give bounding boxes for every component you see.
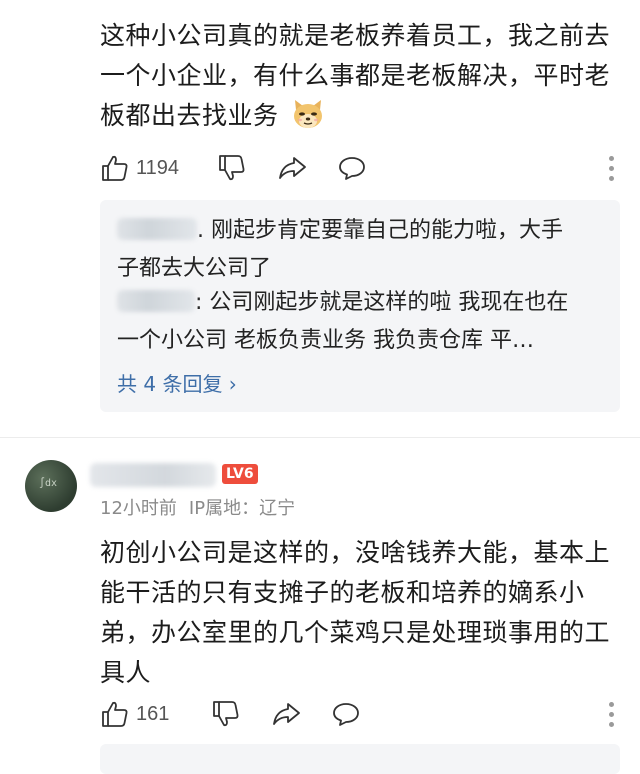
timestamp: 12小时前 xyxy=(100,498,177,519)
comment-line: 具人 xyxy=(100,658,152,687)
comment-2-text: 初创小公司是这样的，没啥钱养大能，基本上 能干活的只有支摊子的老板和培养的嫡系小… xyxy=(100,533,620,693)
reply-username-blurred xyxy=(117,218,197,240)
comment-2-actions: 161 xyxy=(100,696,618,732)
comment-line: 这种小公司真的就是老板养着员工，我之前去 xyxy=(100,21,611,50)
username-blurred[interactable] xyxy=(90,463,216,487)
reply-username-blurred xyxy=(117,290,195,312)
comment-1-actions: 1194 xyxy=(100,150,618,186)
share-icon xyxy=(279,157,306,179)
thumb-down-icon xyxy=(219,155,245,181)
comment-line: 一个小企业，有什么事都是老板解决，平时老 xyxy=(100,61,611,90)
more-options-button[interactable] xyxy=(605,700,618,729)
thumb-down-icon xyxy=(213,701,239,727)
like-count: 161 xyxy=(136,702,170,725)
comment-meta: 12小时前 IP属地：辽宁 xyxy=(100,494,295,520)
ip-location: IP属地：辽宁 xyxy=(188,498,296,519)
comment-1-text: 这种小公司真的就是老板养着员工，我之前去 一个小企业，有什么事都是老板解决，平时… xyxy=(100,16,620,136)
share-icon xyxy=(273,703,301,725)
comment-line: 弟，办公室里的几个菜鸡只是处理琐事用的工 xyxy=(100,618,611,647)
reply-item[interactable]: : 公司刚起步就是这样的啦 我现在也在 一个小公司 老板负责业务 我负责仓库 平… xyxy=(117,284,607,360)
comment-line: 能干活的只有支摊子的老板和培养的嫡系小 xyxy=(100,578,585,607)
level-badge: LV6 xyxy=(222,464,258,484)
dislike-button[interactable] xyxy=(217,153,247,183)
comment-line: 板都出去找业务 xyxy=(100,96,620,136)
replies-box-partial[interactable] xyxy=(100,744,620,774)
avatar[interactable]: ∫dx xyxy=(25,460,77,512)
like-count: 1194 xyxy=(136,156,180,179)
share-button[interactable] xyxy=(277,153,307,183)
thumb-up-icon xyxy=(102,701,128,727)
more-icon xyxy=(609,701,614,707)
view-all-replies-link[interactable]: 共 4 条回复 › xyxy=(117,368,237,397)
reply-button[interactable] xyxy=(331,699,361,729)
comment-icon xyxy=(333,703,360,726)
dislike-button[interactable] xyxy=(211,699,241,729)
reply-item[interactable]: . 刚起步肯定要靠自己的能力啦，大手 子都去大公司了 xyxy=(117,212,607,288)
comment-line: 初创小公司是这样的，没啥钱养大能，基本上 xyxy=(100,538,611,567)
more-options-button[interactable] xyxy=(605,154,618,183)
avatar-chalk-scribble: ∫dx xyxy=(39,478,58,489)
like-button[interactable]: 161 xyxy=(100,699,169,729)
divider xyxy=(0,437,640,438)
comment-icon xyxy=(339,157,365,180)
share-button[interactable] xyxy=(271,699,301,729)
replies-box[interactable]: . 刚起步肯定要靠自己的能力啦，大手 子都去大公司了 : 公司刚起步就是这样的啦… xyxy=(100,200,620,412)
reply-button[interactable] xyxy=(337,153,367,183)
like-button[interactable]: 1194 xyxy=(100,153,179,183)
doge-emoji-icon xyxy=(293,100,322,128)
more-icon xyxy=(609,155,614,161)
thumb-up-icon xyxy=(102,155,128,181)
